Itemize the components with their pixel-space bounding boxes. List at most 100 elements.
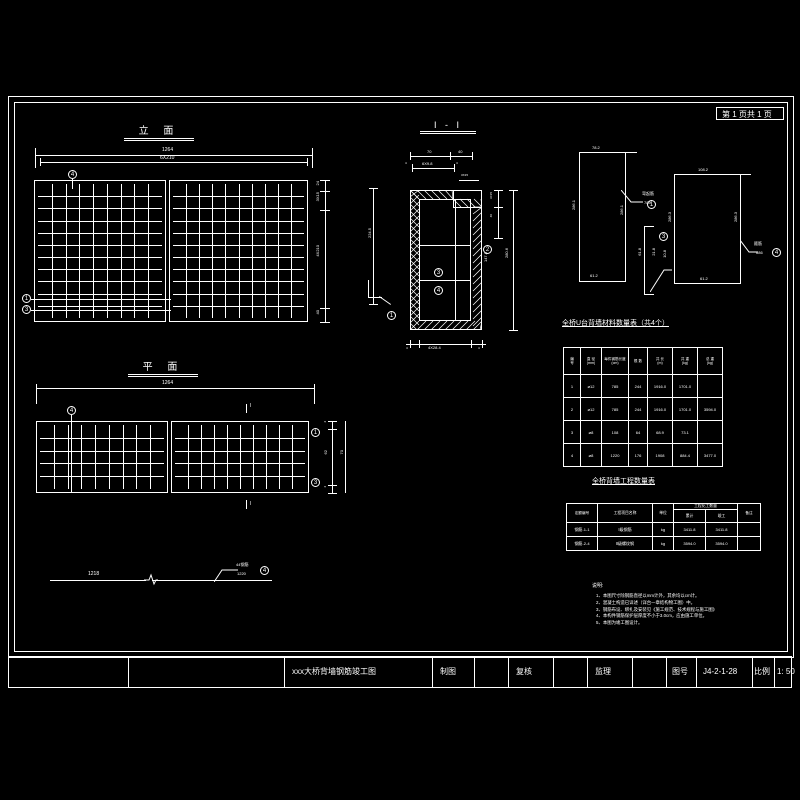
elev-bubble-3[interactable]: 3 (22, 305, 31, 314)
elev-right-vbar (199, 184, 200, 318)
plan-bubble-1[interactable]: 1 (311, 428, 320, 437)
sec-dim-right-line2 (513, 190, 514, 330)
plan-dim-right-t2 (328, 485, 337, 486)
tb-div-12 (774, 656, 775, 688)
sec-bubble-3[interactable]: 3 (434, 268, 443, 277)
material-table-cell: 785 (601, 374, 629, 398)
material-table-cell: 108 (601, 420, 629, 444)
material-table-cell: 1908 (647, 443, 673, 467)
sec-dim-bottom-line (406, 344, 486, 345)
bar1-leader (621, 190, 643, 203)
sec-bubble-1[interactable]: 1 (387, 311, 396, 320)
plan-left-vbar (54, 425, 55, 489)
plan-left-vbar (136, 425, 137, 489)
plan-right-vbar (266, 425, 267, 489)
elev-right-vbar (239, 184, 240, 318)
quantity-table-row: 钢筋-1-1 Ⅰ级钢筋 kg 3411.8 3411.8 (566, 522, 761, 537)
elev-right-hbar (173, 294, 304, 295)
elev-dim-ext-left (35, 148, 36, 168)
qty-h-acc: 累计 (673, 509, 706, 523)
qty-h-item: 工程项目名称 (597, 503, 653, 523)
elev-right-vbar (186, 184, 187, 318)
elev-bubble-4[interactable]: 4 (68, 170, 77, 179)
elevation-view-title: 立 面 (124, 122, 194, 141)
elev-bubble-1[interactable]: 1 (22, 294, 31, 303)
material-table-header: 直 径 (mm) (580, 347, 602, 375)
elev-dim-right-main: 4X210 (315, 245, 320, 257)
sec-bubble-4[interactable]: 4 (434, 286, 443, 295)
material-table-header: 总 重 (kg) (697, 347, 723, 375)
plan-dim-top-t1 (314, 384, 315, 404)
material-table-cell: 3 (563, 420, 581, 444)
plan-dim-right-4t: 4 (323, 421, 327, 423)
tb-div-3 (432, 656, 433, 688)
sec-dim-inner-t1 (454, 164, 455, 172)
sec-dim-right-40: 40 (489, 214, 493, 218)
sec-dim-top-line (410, 156, 472, 157)
material-table-cell: 884.4 (672, 443, 698, 467)
material-table-cell: 3594.0 (697, 397, 723, 421)
tb-div-2 (284, 656, 285, 688)
elev-left-hbar (38, 245, 162, 246)
quantity-table-cell: 3411.8 (705, 522, 738, 537)
notes-title: 说明: (592, 583, 604, 589)
tb-div-9 (666, 656, 667, 688)
bar-straight-callout-len: 1220 (237, 571, 246, 576)
tb-div-8 (632, 656, 633, 688)
bar4-shape (674, 174, 741, 284)
material-table-cell: ⌀8 (580, 443, 602, 467)
plan-right-hbar (175, 451, 305, 452)
material-table-header: 根 数 (628, 347, 648, 375)
sec-dim-left-t1 (369, 304, 378, 305)
plan-dim-right-70: 70 (339, 450, 344, 455)
page-indicator: 第 1 页共 1 页 (716, 107, 784, 120)
material-table-cell: 73.1 (672, 420, 698, 444)
material-table-cell: 244 (628, 374, 648, 398)
plan-dim-right-line2 (345, 421, 346, 493)
elev-left-vbar (52, 184, 53, 318)
elev-right-vbar (212, 184, 213, 318)
sec-dim-3x15-line (459, 180, 479, 181)
bar3-dim-left: 61.8 (637, 248, 642, 256)
material-table-cell: ⌀12 (580, 374, 602, 398)
sec-dim-inner-t0 (412, 164, 413, 172)
elev-dim-right-40: 40 (315, 310, 320, 315)
tb-div-1 (128, 656, 129, 688)
plan-bubble-3[interactable]: 3 (311, 478, 320, 487)
sec-dim-bottom-t2 (471, 340, 472, 348)
plan-left-vbar (68, 425, 69, 489)
notes-list: 1、本图尺寸除钢筋直径以mm计外，其余均以cm计。 2、混凝土构造已详述（详台一章… (596, 593, 786, 627)
sec-dim-bottom-t0 (410, 340, 411, 348)
bar-break-symbol (144, 573, 158, 586)
bar1-dim-right: 286.1 (619, 205, 624, 216)
sec-dim-edge-a: 4 (405, 161, 407, 165)
plan-right-vbar (292, 425, 293, 489)
bar4-dim-bottom: 61.2 (700, 276, 708, 281)
plan-dim-right-t3 (328, 493, 337, 494)
plan-dim-top-t0 (36, 384, 37, 404)
bar3-diagonal (650, 269, 672, 292)
bar4-bubble[interactable]: 4 (772, 248, 781, 257)
material-table-cell: ⌀12 (580, 397, 602, 421)
bar1-bubble[interactable]: 1 (647, 200, 656, 209)
bar-straight-left-seg (50, 580, 146, 581)
engineering-quantity-table: 定额编号 工程项目名称 单位 工程化工数量 备注 累计 竣工 钢筋-1-1 Ⅰ级钢筋 kg 3411… (566, 503, 761, 551)
elev-bubble-3-leader (31, 310, 171, 311)
material-table-cell: 1916.0 (647, 397, 673, 421)
elev-right-hbar (173, 281, 304, 282)
elev-dim-right-line (325, 180, 326, 322)
bar3-bubble[interactable]: 3 (659, 232, 668, 241)
bar4-dim-right: 286.3 (733, 212, 738, 223)
title-block-label-no: 图号 (672, 667, 688, 676)
elev-left-vbar (107, 184, 108, 318)
sec-dim-right-t2 (494, 238, 503, 239)
elev-left-vbar (66, 184, 67, 318)
plan-dim-right-4b: 4 (323, 486, 327, 488)
bar-straight-bubble[interactable]: 4 (260, 566, 269, 575)
sec-dim-right-2806: 280.6 (504, 248, 509, 259)
elev-dim-right-3x15: 3X15 (315, 192, 320, 202)
bar4-dim-top: 108.2 (698, 167, 709, 172)
material-table-row: 4 ⌀8 1220 176 1908 884.4 3477.0 (563, 443, 723, 467)
sec-bubble-1-leader2 (368, 297, 382, 298)
plan-bubble-4[interactable]: 4 (67, 406, 76, 415)
